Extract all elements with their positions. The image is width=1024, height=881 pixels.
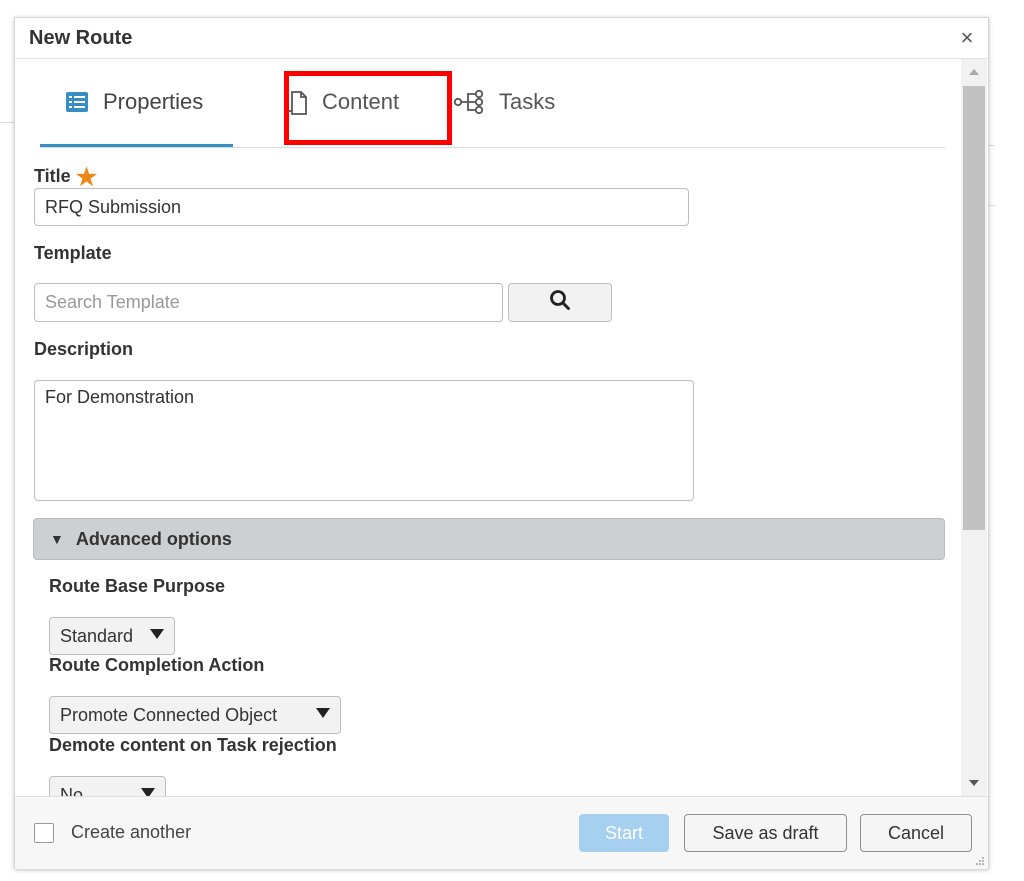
route-base-purpose-select[interactable]: Standard	[49, 617, 175, 655]
title-input[interactable]	[34, 188, 689, 226]
resize-grip-icon[interactable]	[976, 857, 984, 865]
dropdown-arrow-icon	[150, 629, 164, 639]
tab-tasks[interactable]: Tasks	[453, 59, 583, 145]
description-textarea[interactable]: For Demonstration	[34, 380, 694, 501]
route-base-purpose-label: Route Base Purpose	[49, 576, 226, 596]
dropdown-arrow-icon	[316, 708, 330, 718]
tab-label: Properties	[103, 89, 204, 114]
create-another-label: Create another	[71, 822, 192, 842]
dialog-footer: Create another Start Save as draft Cance…	[15, 796, 988, 869]
scrollbar[interactable]	[961, 59, 987, 796]
tab-properties[interactable]: Properties	[40, 59, 233, 147]
select-value: No	[60, 784, 84, 797]
dialog-title-bar: New Route ×	[15, 18, 988, 59]
tab-content[interactable]: Content	[274, 59, 424, 145]
tab-bar: Properties Content Tasks	[40, 59, 945, 148]
dropdown-arrow-icon	[141, 788, 155, 796]
search-icon	[549, 289, 571, 316]
demote-content-select[interactable]: No	[49, 776, 166, 796]
select-value: Promote Connected Object	[60, 704, 278, 725]
advanced-options-label: Advanced options	[75, 528, 232, 549]
scroll-down-icon[interactable]	[969, 780, 979, 786]
start-button[interactable]: Start	[579, 814, 669, 852]
tab-label: Tasks	[499, 89, 556, 114]
dialog-body: Properties Content Tasks Title ★ RFQ Sub…	[15, 59, 961, 796]
template-search-input[interactable]	[34, 283, 503, 322]
scroll-thumb[interactable]	[963, 86, 985, 530]
description-label: Description	[34, 339, 134, 359]
triangle-down-icon: ▼	[50, 531, 64, 547]
tab-label: Content	[322, 89, 400, 114]
cancel-button[interactable]: Cancel	[860, 814, 972, 852]
new-route-dialog: New Route × Properties Content Tasks Tit…	[14, 17, 989, 869]
document-icon	[286, 88, 308, 116]
route-completion-select[interactable]: Promote Connected Object	[49, 696, 341, 734]
list-icon	[65, 91, 89, 113]
advanced-options-toggle[interactable]: ▼ Advanced options	[33, 518, 945, 560]
title-label-text: Title	[34, 166, 71, 186]
save-as-draft-button[interactable]: Save as draft	[684, 814, 847, 852]
close-icon[interactable]: ×	[956, 27, 978, 49]
demote-content-label: Demote content on Task rejection	[49, 735, 337, 755]
flow-icon	[453, 89, 485, 115]
select-value: Standard	[60, 625, 134, 646]
background-line	[0, 122, 14, 123]
scroll-up-icon[interactable]	[969, 69, 979, 75]
dialog-title: New Route	[29, 27, 133, 49]
template-label: Template	[34, 243, 112, 263]
route-completion-label: Route Completion Action	[49, 655, 265, 675]
required-star-icon: ★	[75, 164, 98, 191]
create-another-checkbox[interactable]	[34, 823, 54, 843]
template-search-button[interactable]	[508, 283, 612, 322]
